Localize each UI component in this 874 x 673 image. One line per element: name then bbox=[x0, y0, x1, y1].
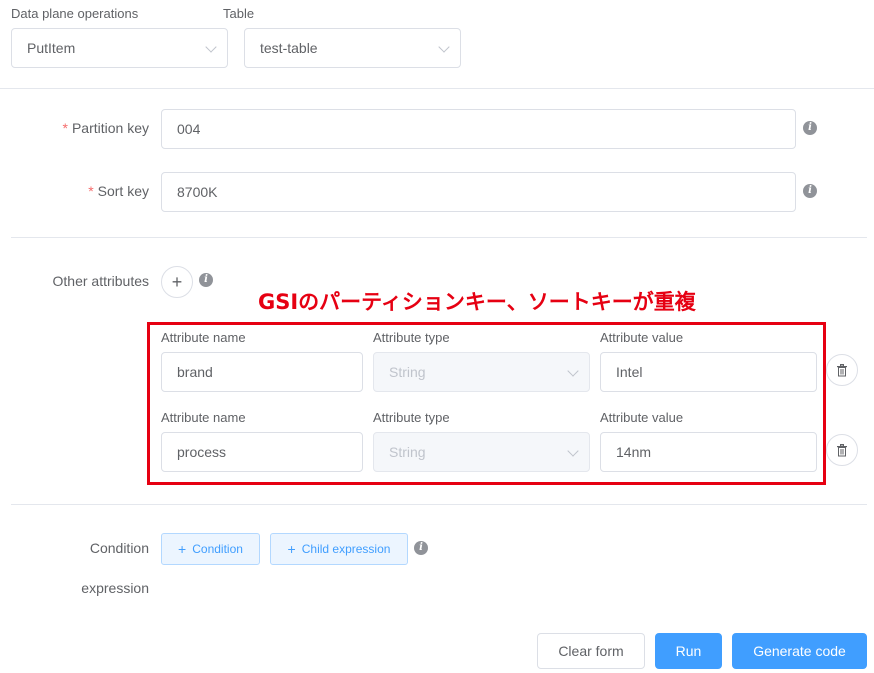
info-icon[interactable]: i bbox=[803, 184, 817, 198]
delete-attribute-button[interactable] bbox=[826, 354, 858, 386]
ops-label: Data plane operations bbox=[11, 6, 139, 21]
info-icon[interactable]: i bbox=[803, 121, 817, 135]
partition-key-text: Partition key bbox=[71, 120, 149, 136]
attribute-value-input[interactable]: 14nm bbox=[600, 432, 817, 472]
trash-icon bbox=[837, 443, 847, 456]
sort-key-text: Sort key bbox=[97, 183, 149, 199]
partition-key-input[interactable]: 004 bbox=[161, 109, 796, 149]
partition-key-value: 004 bbox=[177, 121, 201, 137]
condition-label: Condition bbox=[89, 540, 149, 556]
attribute-name-label: Attribute name bbox=[161, 330, 246, 345]
attribute-value-value: 14nm bbox=[616, 444, 652, 460]
attribute-type-label: Attribute type bbox=[373, 330, 450, 345]
chevron-down-icon bbox=[567, 365, 579, 377]
sort-key-input[interactable]: 8700K bbox=[161, 172, 796, 212]
divider bbox=[0, 88, 874, 89]
divider bbox=[11, 504, 867, 505]
sort-key-value: 8700K bbox=[177, 184, 218, 200]
sort-key-label: * Sort key bbox=[0, 183, 149, 199]
run-button[interactable]: Run bbox=[655, 633, 722, 669]
attribute-type-select[interactable]: String bbox=[373, 352, 590, 392]
attribute-name-input[interactable]: brand bbox=[161, 352, 363, 392]
attribute-value-value: Intel bbox=[616, 364, 643, 380]
attribute-type-value: String bbox=[389, 364, 426, 380]
divider bbox=[11, 237, 867, 238]
attribute-name-input[interactable]: process bbox=[161, 432, 363, 472]
attribute-value-label: Attribute value bbox=[600, 330, 684, 345]
generate-code-button[interactable]: Generate code bbox=[732, 633, 867, 669]
info-icon[interactable]: i bbox=[199, 273, 213, 287]
partition-key-label: * Partition key bbox=[0, 120, 150, 136]
table-select-value: test-table bbox=[260, 40, 318, 56]
info-icon[interactable]: i bbox=[414, 541, 428, 555]
add-attribute-button[interactable]: + bbox=[161, 266, 193, 298]
attribute-value-label: Attribute value bbox=[600, 410, 684, 425]
attribute-type-select[interactable]: String bbox=[373, 432, 590, 472]
annotation-text: GSIのパーティションキー、ソートキーが重複 bbox=[258, 290, 696, 314]
other-attributes-label: Other attributes bbox=[52, 273, 150, 289]
trash-icon bbox=[837, 363, 847, 376]
add-condition-label: Condition bbox=[192, 542, 243, 556]
table-select[interactable]: test-table bbox=[244, 28, 461, 68]
table-label: Table bbox=[223, 6, 255, 21]
chevron-down-icon bbox=[567, 445, 579, 457]
plus-icon: + bbox=[287, 541, 296, 557]
attribute-type-value: String bbox=[389, 444, 426, 460]
add-condition-button[interactable]: + Condition bbox=[161, 533, 260, 565]
expression-label: expression bbox=[81, 580, 149, 596]
delete-attribute-button[interactable] bbox=[826, 434, 858, 466]
add-child-expression-label: Child expression bbox=[301, 542, 391, 556]
required-mark: * bbox=[88, 183, 94, 199]
required-mark: * bbox=[62, 120, 68, 136]
attribute-type-label: Attribute type bbox=[373, 410, 450, 425]
add-child-expression-button[interactable]: + Child expression bbox=[270, 533, 408, 565]
plus-icon: + bbox=[178, 541, 187, 557]
chevron-down-icon bbox=[205, 41, 217, 53]
attribute-name-label: Attribute name bbox=[161, 410, 246, 425]
attribute-value-input[interactable]: Intel bbox=[600, 352, 817, 392]
plus-icon: + bbox=[171, 272, 183, 292]
chevron-down-icon bbox=[438, 41, 450, 53]
ops-select-value: PutItem bbox=[27, 40, 76, 56]
clear-form-button[interactable]: Clear form bbox=[537, 633, 645, 669]
ops-select[interactable]: PutItem bbox=[11, 28, 228, 68]
attribute-name-value: process bbox=[177, 444, 227, 460]
attribute-name-value: brand bbox=[177, 364, 213, 380]
